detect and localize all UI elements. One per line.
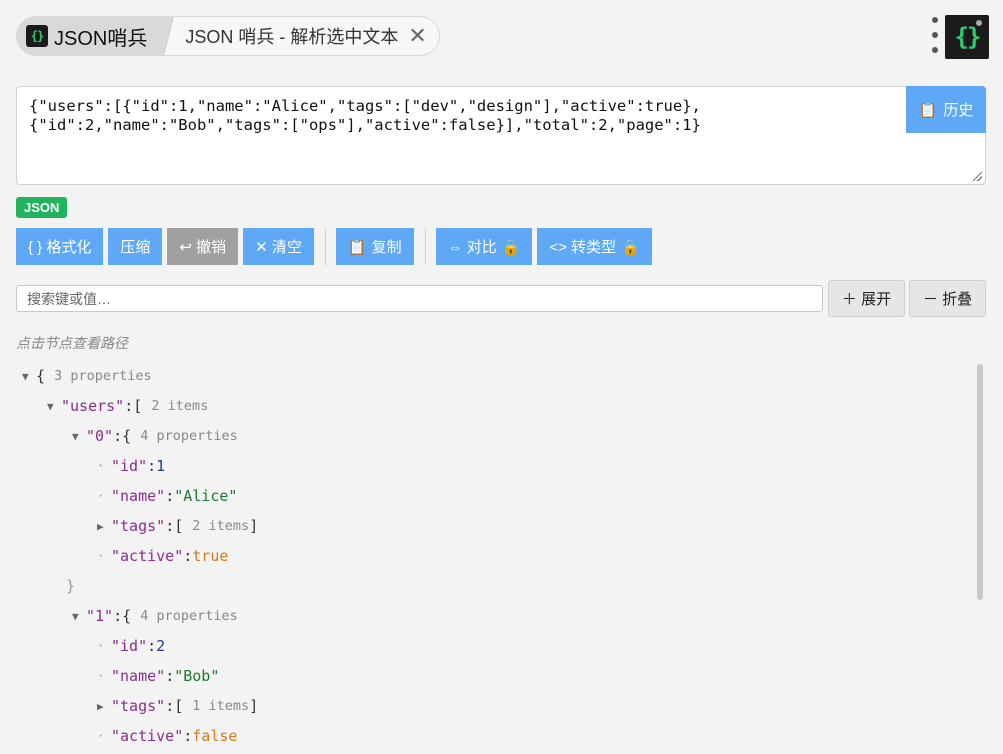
path-hint: 点击节点查看路径 — [16, 335, 128, 351]
bullet-icon: · — [97, 669, 105, 683]
tree-node-active[interactable]: · "active": false — [97, 721, 237, 751]
caret-down-icon[interactable]: ▼ — [72, 610, 86, 623]
app-logo-large-icon: {} — [945, 15, 989, 59]
toolbar-divider — [324, 228, 326, 265]
caret-down-icon[interactable]: ▼ — [47, 400, 61, 413]
collapse-all-button[interactable]: － 折叠 — [909, 280, 986, 317]
caret-right-icon[interactable]: ▶ — [97, 520, 111, 533]
search-input[interactable] — [16, 285, 823, 312]
tree-node-tags[interactable]: ▶ "tags":[ 2 items] — [97, 511, 258, 541]
convert-type-button[interactable]: <> 转类型 🔒 — [537, 228, 652, 265]
tree-node-users-1[interactable]: ▼ "1":{ 4 properties — [72, 601, 238, 631]
compare-button[interactable]: ⇔ 对比 🔒 — [435, 228, 533, 265]
copy-label: 复制 — [371, 239, 402, 256]
toolbar-divider — [424, 228, 426, 265]
clear-button[interactable]: ✕ 清空 — [243, 228, 314, 265]
close-icon[interactable]: ✕ — [408, 25, 426, 47]
tree-node-name[interactable]: · "name": "Bob" — [97, 661, 219, 691]
json-input-textarea[interactable]: {"users":[{"id":1,"name":"Alice","tags":… — [16, 86, 986, 185]
bullet-icon: · — [97, 639, 105, 653]
tree-node-users-0[interactable]: ▼ "0":{ 4 properties — [72, 421, 238, 451]
tree-node-tags[interactable]: ▶ "tags":[ 1 items] — [97, 691, 258, 721]
compress-button[interactable]: 压缩 — [108, 228, 163, 265]
tree-node-active[interactable]: · "active": true — [97, 541, 228, 571]
toolbar: { } 格式化 压缩 ↩ 撤销 ✕ 清空 📋 复制 ⇔ 对比 🔒 <> 转类型 … — [16, 228, 657, 265]
bullet-icon: · — [97, 729, 105, 743]
tab-parse-selection[interactable]: JSON 哨兵 - 解析选中文本 ✕ — [157, 16, 440, 56]
json-tree: ▼{ 3 properties ▼ "users":[ 2 items ▼ "0":… — [0, 361, 970, 754]
history-label: 历史 — [943, 102, 974, 119]
more-menu-icon[interactable] — [930, 17, 940, 53]
lock-icon: 🔒 — [501, 238, 521, 256]
caret-down-icon[interactable]: ▼ — [72, 430, 86, 443]
tab-home-title: JSON哨兵 — [54, 27, 148, 50]
tab-home[interactable]: {} JSON哨兵 — [16, 16, 160, 56]
copy-button[interactable]: 📋 复制 — [335, 228, 414, 265]
bullet-icon: · — [97, 549, 105, 563]
bullet-icon: · — [97, 489, 105, 503]
caret-right-icon[interactable]: ▶ — [97, 700, 111, 713]
json-input-text: {"users":[{"id":1,"name":"Alice","tags":… — [29, 97, 701, 134]
format-button[interactable]: { } 格式化 — [16, 228, 104, 265]
app-logo-icon: {} — [26, 25, 48, 47]
convert-type-label: <> 转类型 — [549, 239, 617, 256]
tree-node-root[interactable]: ▼{ 3 properties — [22, 361, 152, 391]
caret-down-icon[interactable]: ▼ — [22, 370, 36, 383]
tree-node-id[interactable]: · "id":2 — [97, 631, 165, 661]
history-button[interactable]: 📋 历史 — [906, 86, 986, 133]
expand-all-button[interactable]: ＋ 展开 — [828, 280, 905, 317]
format-badge: JSON — [16, 197, 68, 218]
compare-label: ⇔ 对比 — [447, 239, 497, 256]
tree-close-brace: } — [66, 577, 76, 595]
bullet-icon: · — [97, 459, 105, 473]
tab-page-title: JSON 哨兵 - 解析选中文本 — [185, 27, 399, 47]
tree-scrollbar[interactable] — [977, 364, 983, 600]
undo-button[interactable]: ↩ 撤销 — [167, 228, 239, 265]
tab-bar: {} JSON哨兵 JSON 哨兵 - 解析选中文本 ✕ — [16, 16, 440, 56]
lock-icon: 🔒 — [621, 238, 640, 256]
tree-node-users[interactable]: ▼ "users":[ 2 items — [47, 391, 208, 421]
clipboard-icon: 📋 — [918, 101, 938, 119]
clipboard-icon: 📋 — [347, 238, 367, 256]
tree-node-name[interactable]: · "name": "Alice" — [97, 481, 237, 511]
tree-node-id[interactable]: · "id":1 — [97, 451, 165, 481]
resize-handle-icon[interactable] — [973, 172, 982, 181]
